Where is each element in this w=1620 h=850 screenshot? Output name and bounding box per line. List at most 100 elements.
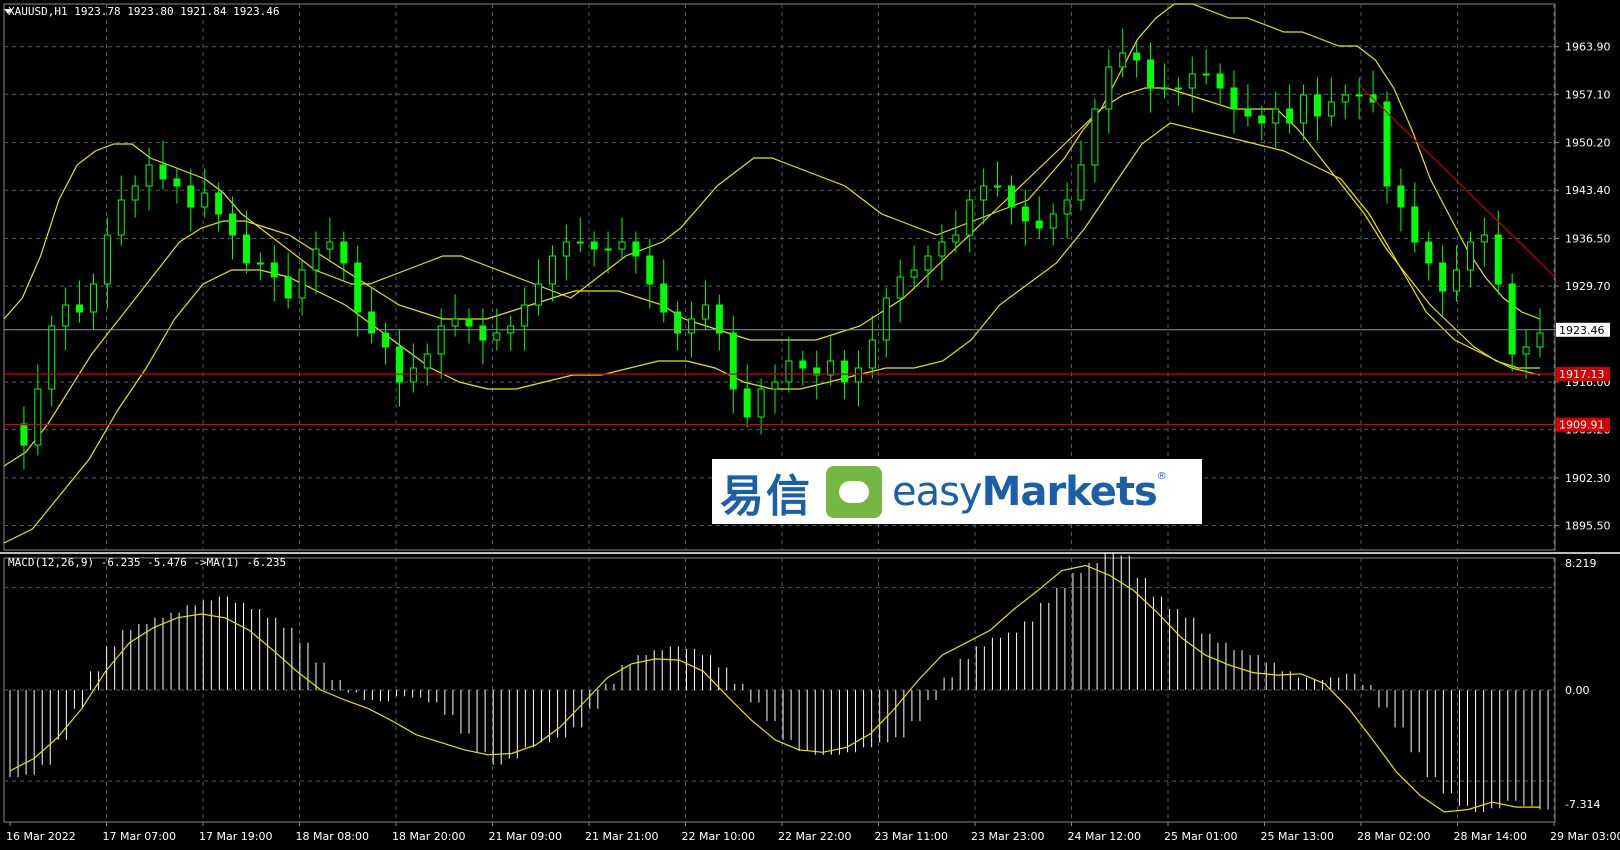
candle-body [701, 304, 709, 320]
candle-body [131, 185, 139, 201]
candle-body [1063, 199, 1071, 215]
candle-body [103, 234, 111, 285]
candle-body [187, 185, 195, 208]
time-label: 17 Mar 19:00 [199, 830, 272, 843]
candle-body [48, 325, 56, 390]
candle-body [771, 381, 779, 390]
candle-body [62, 304, 70, 327]
price-label: 1895.50 [1565, 520, 1611, 533]
candle-body [1536, 332, 1544, 348]
time-label: 21 Mar 21:00 [585, 830, 658, 843]
candle-body [395, 346, 403, 383]
time-label: 25 Mar 01:00 [1164, 830, 1237, 843]
candle-body [1007, 185, 1015, 208]
candle-body [229, 213, 237, 236]
candle-body [966, 199, 974, 236]
macd-axis-label: 0.00 [1565, 684, 1590, 697]
candle-body [1397, 185, 1405, 208]
candle-body [1202, 73, 1210, 76]
logo-registered-mark: ® [1156, 471, 1167, 482]
candle-body [841, 360, 849, 383]
candle-body [1049, 213, 1057, 229]
candle-body [548, 255, 556, 285]
candle-body [465, 318, 473, 327]
candle-body [89, 283, 97, 313]
candle-body [1522, 346, 1530, 355]
candle-body [980, 185, 988, 201]
chart-canvas[interactable]: 16 Mar 2022 17 Mar 07:00 17 Mar 19:00 18 Ma… [0, 0, 1620, 850]
time-label: 23 Mar 23:00 [971, 830, 1044, 843]
candle-body [76, 304, 84, 313]
candle-body [1119, 52, 1127, 68]
candle-body [1286, 108, 1294, 124]
price-label: 1950.20 [1565, 137, 1611, 150]
price-label: 1957.10 [1565, 88, 1611, 101]
candle-body [896, 276, 904, 299]
price-label: 1902.30 [1565, 472, 1611, 485]
candle-body [715, 304, 723, 334]
candle-body [1425, 241, 1433, 264]
candle-body [924, 255, 932, 271]
candle-body [242, 234, 250, 264]
candle-body [632, 241, 640, 257]
candle-body [1077, 164, 1085, 201]
candle-body [660, 283, 668, 313]
candle-body [270, 262, 278, 278]
easymarkets-logo: 易信 easyMarkets ® [712, 459, 1202, 524]
candle-body [1411, 206, 1419, 243]
macd-signal-line [9, 564, 1540, 813]
candle-body [409, 367, 417, 383]
candle-body [729, 332, 737, 390]
candle-body [1021, 206, 1029, 222]
candle-body [354, 262, 362, 313]
candle-body [576, 241, 584, 244]
time-label: 23 Mar 11:00 [875, 830, 948, 843]
candle-body [493, 332, 501, 341]
logo-chinese-text: 易信 [720, 470, 812, 522]
candle-body [1494, 234, 1502, 285]
candle-body [284, 276, 292, 299]
macd-axis-label: -7.314 [1565, 798, 1600, 811]
time-label: 29 Mar 03:00 [1550, 830, 1620, 843]
time-label: 24 Mar 12:00 [1068, 830, 1141, 843]
candle-body [312, 248, 320, 271]
logo-mark-icon [826, 465, 882, 518]
candle-body [1480, 234, 1488, 243]
macd-header: MACD(12,26,9) -6.235 -5.476 ->MA(1) -6.2… [8, 556, 287, 569]
time-label: 22 Mar 22:00 [778, 830, 851, 843]
candle-body [479, 325, 487, 341]
candle-body [535, 283, 543, 306]
candle-body [1272, 108, 1280, 124]
candle-body [521, 304, 529, 327]
candle-body [757, 388, 765, 418]
time-label: 16 Mar 2022 [6, 830, 76, 843]
candle-body [159, 164, 167, 180]
time-label: 18 Mar 08:00 [296, 830, 369, 843]
candle-body [688, 318, 696, 334]
candle-body [952, 234, 960, 243]
candle-body [1105, 66, 1113, 110]
candle-body [1230, 87, 1238, 110]
time-label: 28 Mar 02:00 [1357, 830, 1430, 843]
candle-body [1160, 87, 1168, 90]
candle-body [785, 360, 793, 383]
level-label: 1909.91 [1559, 419, 1605, 432]
candle-body [382, 332, 390, 348]
time-label: 28 Mar 14:00 [1454, 830, 1527, 843]
candle-body [646, 255, 654, 285]
candle-body [938, 241, 946, 257]
candle-body [562, 241, 570, 257]
macd-axis-label: 8.219 [1565, 557, 1597, 570]
candle-body [1091, 108, 1099, 166]
candle-body [1300, 94, 1308, 124]
candle-body [618, 241, 626, 250]
candle-body [1035, 220, 1043, 229]
candle-body [423, 353, 431, 369]
candle-body [799, 360, 807, 369]
time-label: 22 Mar 10:00 [682, 830, 755, 843]
price-label: 1963.90 [1565, 41, 1611, 54]
candle-body [854, 367, 862, 383]
candle-body [1313, 94, 1321, 117]
candle-body [1453, 269, 1461, 292]
price-label: 1936.50 [1565, 233, 1611, 246]
